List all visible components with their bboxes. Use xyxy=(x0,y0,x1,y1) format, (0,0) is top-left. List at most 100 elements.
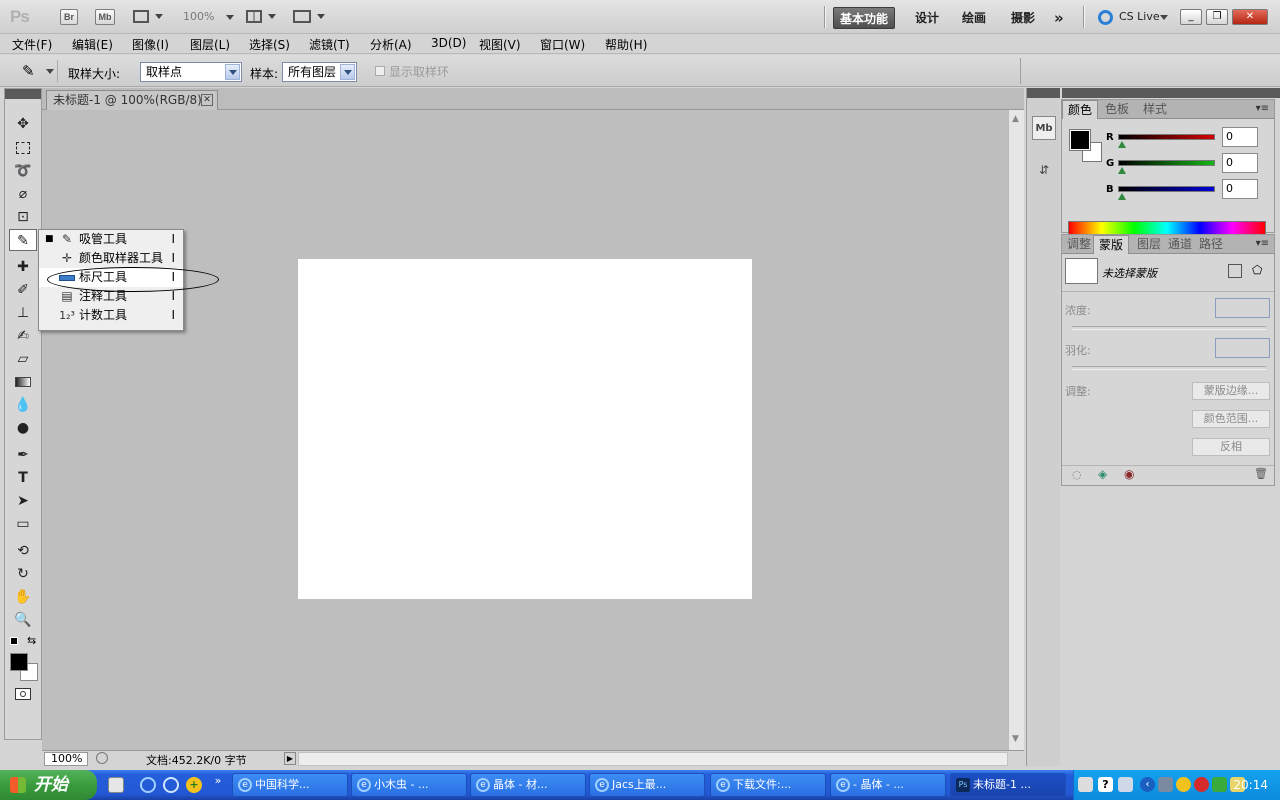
disable-mask-icon[interactable]: ◉ xyxy=(1124,467,1134,481)
red-slider[interactable] xyxy=(1118,134,1215,140)
feather-input[interactable] xyxy=(1215,338,1270,358)
default-colors-icon[interactable] xyxy=(10,637,18,645)
menu-3d[interactable]: 3D(D) xyxy=(431,36,466,50)
path-selection-tool-icon[interactable]: ➤ xyxy=(9,490,37,512)
keyboard-icon[interactable] xyxy=(1078,777,1093,792)
vertical-scrollbar[interactable]: ▲ ▼ xyxy=(1008,110,1024,750)
invert-button[interactable]: 反相 xyxy=(1192,438,1270,456)
quick-selection-tool-icon[interactable]: ⌀ xyxy=(9,183,37,205)
history-brush-tool-icon[interactable]: ✍ xyxy=(9,325,37,347)
mask-edge-button[interactable]: 蒙版边缘... xyxy=(1192,382,1270,400)
strip-grip[interactable] xyxy=(1027,88,1060,98)
menu-window[interactable]: 窗口(W) xyxy=(540,36,585,53)
crop-tool-icon[interactable]: ⊡ xyxy=(9,206,37,228)
green-slider[interactable] xyxy=(1118,160,1215,166)
gradient-tool-icon[interactable] xyxy=(9,371,37,393)
taskbar-item[interactable]: e 小木虫 - ... xyxy=(351,773,467,797)
pen-tool-icon[interactable]: ✒ xyxy=(9,444,37,466)
load-selection-icon[interactable]: ◌ xyxy=(1072,468,1082,481)
horizontal-scrollbar[interactable] xyxy=(298,752,1008,766)
blue-value-input[interactable]: 0 xyxy=(1222,179,1258,199)
flyout-item-count[interactable]: 1₂³ 计数工具 I xyxy=(39,306,183,325)
screen-mode-button[interactable] xyxy=(293,9,327,25)
status-zoom-field[interactable]: 100% xyxy=(44,752,88,766)
close-tab-icon[interactable]: ✕ xyxy=(201,94,213,106)
menu-image[interactable]: 图像(I) xyxy=(132,36,169,53)
green-slider-handle[interactable] xyxy=(1118,167,1126,174)
status-menu-arrow-icon[interactable]: ▶ xyxy=(284,752,296,765)
menu-help[interactable]: 帮助(H) xyxy=(605,36,647,53)
color-range-button[interactable]: 颜色范围... xyxy=(1192,410,1270,428)
healing-brush-tool-icon[interactable]: ✚ xyxy=(9,256,37,278)
tab-color[interactable]: 颜色 xyxy=(1062,100,1099,119)
menu-select[interactable]: 选择(S) xyxy=(249,36,290,53)
bridge-button[interactable]: Br xyxy=(60,9,78,25)
delete-mask-icon[interactable]: 🗑 xyxy=(1254,467,1268,480)
pixel-mask-icon[interactable] xyxy=(1228,264,1242,278)
taskbar-item-photoshop[interactable]: Ps 未标题-1 ... xyxy=(950,773,1066,797)
dodge-tool-icon[interactable]: ● xyxy=(9,417,37,439)
input-method-icon[interactable] xyxy=(1118,777,1133,792)
feather-slider[interactable] xyxy=(1072,366,1266,370)
cs-live-button[interactable]: CS Live xyxy=(1098,9,1170,26)
blur-tool-icon[interactable]: 💧 xyxy=(9,394,37,416)
internet-explorer-icon[interactable] xyxy=(140,777,156,793)
scroll-down-icon[interactable]: ▼ xyxy=(1012,734,1019,744)
marquee-tool-icon[interactable] xyxy=(9,137,37,159)
green-value-input[interactable]: 0 xyxy=(1222,153,1258,173)
taskbar-item[interactable]: e 中国科学... xyxy=(232,773,348,797)
density-slider[interactable] xyxy=(1072,326,1266,330)
blue-slider[interactable] xyxy=(1118,186,1215,192)
zoom-select[interactable]: 100% xyxy=(183,10,234,23)
vector-mask-icon[interactable]: ⬠ xyxy=(1252,263,1262,277)
menu-layer[interactable]: 图层(L) xyxy=(190,36,230,53)
workspace-photography[interactable]: 摄影 xyxy=(1005,7,1041,29)
document-canvas[interactable] xyxy=(298,259,752,599)
quick-mask-icon[interactable] xyxy=(15,688,31,700)
start-button[interactable]: 开始 xyxy=(0,770,97,800)
lasso-tool-icon[interactable]: ➰ xyxy=(9,160,37,182)
menu-edit[interactable]: 编辑(E) xyxy=(72,36,113,53)
status-info-icon[interactable] xyxy=(96,752,108,764)
scroll-up-icon[interactable]: ▲ xyxy=(1012,114,1019,124)
minimize-button[interactable]: _ xyxy=(1180,9,1202,25)
chevron-right-icon[interactable]: » xyxy=(210,773,226,789)
tab-adjustments[interactable]: 调整 xyxy=(1062,235,1096,254)
update-icon[interactable] xyxy=(1176,777,1191,792)
tab-styles[interactable]: 样式 xyxy=(1138,100,1172,119)
history-panel-icon[interactable]: ⇵ xyxy=(1032,158,1056,182)
help-icon[interactable]: ? xyxy=(1098,777,1113,792)
menu-file[interactable]: 文件(F) xyxy=(12,36,52,53)
sample-size-select[interactable]: 取样点 xyxy=(140,62,242,82)
menu-analysis[interactable]: 分析(A) xyxy=(370,36,412,53)
menu-view[interactable]: 视图(V) xyxy=(479,36,521,53)
red-slider-handle[interactable] xyxy=(1118,141,1126,148)
panel-foreground-swatch[interactable] xyxy=(1069,129,1091,151)
menu-filter[interactable]: 滤镜(T) xyxy=(309,36,350,53)
arrange-documents-button[interactable] xyxy=(246,9,278,25)
flyout-item-color-sampler[interactable]: ✛ 颜色取样器工具 I xyxy=(39,249,183,268)
eyedropper-tool-icon[interactable]: ✎ xyxy=(9,229,37,251)
tab-channels[interactable]: 通道 xyxy=(1163,235,1197,254)
add-icon[interactable]: + xyxy=(186,777,202,793)
workspace-design[interactable]: 设计 xyxy=(909,7,945,29)
blue-slider-handle[interactable] xyxy=(1118,193,1126,200)
workspace-essentials[interactable]: 基本功能 xyxy=(833,7,896,29)
tab-paths[interactable]: 路径 xyxy=(1194,235,1228,254)
volume-icon[interactable] xyxy=(1158,777,1173,792)
browser-icon[interactable] xyxy=(163,777,179,793)
show-desktop-icon[interactable] xyxy=(108,777,124,793)
mini-bridge-panel-icon[interactable]: Mb xyxy=(1032,116,1056,140)
type-tool-icon[interactable]: T xyxy=(9,467,37,489)
flyout-item-note[interactable]: ▤ 注释工具 I xyxy=(39,287,183,306)
close-button[interactable]: ✕ xyxy=(1232,9,1268,25)
zoom-tool-icon[interactable]: 🔍 xyxy=(9,609,37,631)
tool-preset-picker[interactable]: ✎ xyxy=(10,60,58,82)
canvas-workspace[interactable] xyxy=(42,110,1008,750)
flyout-item-ruler[interactable]: 标尺工具 I xyxy=(39,268,183,287)
chevron-left-icon[interactable]: ‹ xyxy=(1140,777,1155,792)
flyout-item-eyedropper[interactable]: ■ ✎ 吸管工具 I xyxy=(39,230,183,249)
apply-mask-icon[interactable]: ◈ xyxy=(1098,467,1107,481)
sample-select[interactable]: 所有图层 xyxy=(282,62,357,82)
rectangle-tool-icon[interactable]: ▭ xyxy=(9,513,37,535)
